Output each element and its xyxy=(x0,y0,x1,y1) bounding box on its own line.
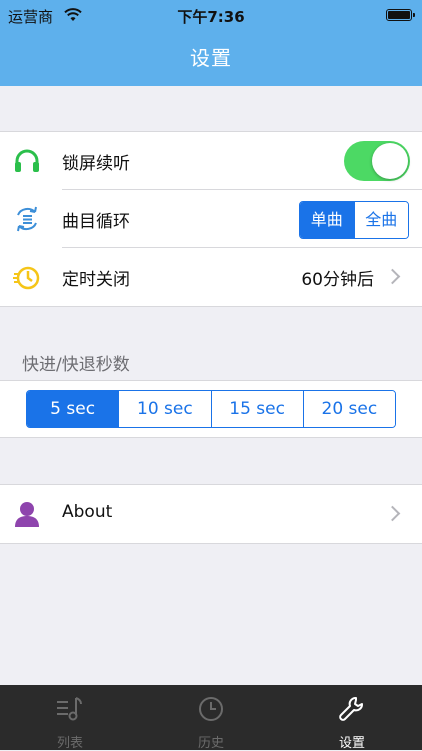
status-time: 下午7:36 xyxy=(177,8,245,26)
loop-single-option[interactable]: 单曲 xyxy=(300,202,354,238)
skip-5-option[interactable]: 5 sec xyxy=(27,391,119,427)
skip-seconds-segmented-control: 5 sec 10 sec 15 sec 20 sec xyxy=(26,390,396,428)
tab-list[interactable]: 列表 xyxy=(0,685,140,751)
skip-section-header: 快进/快退秒数 xyxy=(22,355,130,375)
skip-10-option[interactable]: 10 sec xyxy=(118,391,211,427)
tab-settings-label: 设置 xyxy=(338,736,365,751)
tab-history-label: 历史 xyxy=(197,736,224,751)
timer-value: 60分钟后 xyxy=(301,270,374,290)
lock-screen-toggle[interactable] xyxy=(344,141,410,181)
chevron-right-icon xyxy=(384,268,401,285)
timer-label: 定时关闭 xyxy=(62,270,130,290)
tab-bar: 列表 历史 设置 xyxy=(0,685,422,751)
skip-20-option[interactable]: 20 sec xyxy=(302,391,395,427)
about-group: About xyxy=(0,484,422,544)
wrench-icon xyxy=(336,693,368,725)
skip-group: 5 sec 10 sec 15 sec 20 sec xyxy=(0,380,422,438)
loop-mode-segmented-control: 单曲 全曲 xyxy=(299,201,409,239)
battery-icon xyxy=(386,9,415,21)
tab-history[interactable]: 历史 xyxy=(141,685,281,751)
loop-label: 曲目循环 xyxy=(62,212,130,232)
toggle-knob xyxy=(372,143,408,179)
about-label: About xyxy=(62,502,113,522)
header: 运营商 下午7:36 设置 xyxy=(0,0,422,86)
tab-list-label: 列表 xyxy=(56,736,83,751)
loop-all-option[interactable]: 全曲 xyxy=(353,202,408,238)
status-bar: 运营商 下午7:36 xyxy=(0,0,422,30)
user-icon xyxy=(12,499,42,529)
tab-settings[interactable]: 设置 xyxy=(282,685,422,751)
skip-15-option[interactable]: 15 sec xyxy=(210,391,303,427)
timer-row[interactable]: 定时关闭 60分钟后 xyxy=(0,248,422,306)
headphones-icon xyxy=(12,146,42,176)
timer-clock-icon xyxy=(12,262,42,292)
settings-group: 锁屏续听 曲目循环 单曲 全曲 定时关闭 60分钟后 xyxy=(0,131,422,307)
chevron-right-icon xyxy=(384,505,401,522)
lock-screen-label: 锁屏续听 xyxy=(62,154,130,174)
clock-icon xyxy=(195,693,227,725)
lock-screen-row: 锁屏续听 xyxy=(0,132,422,190)
about-row[interactable]: About xyxy=(0,485,422,543)
page-title: 设置 xyxy=(190,46,232,70)
loop-icon xyxy=(12,204,42,234)
loop-row: 曲目循环 单曲 全曲 xyxy=(0,190,422,248)
music-list-icon xyxy=(54,693,86,725)
